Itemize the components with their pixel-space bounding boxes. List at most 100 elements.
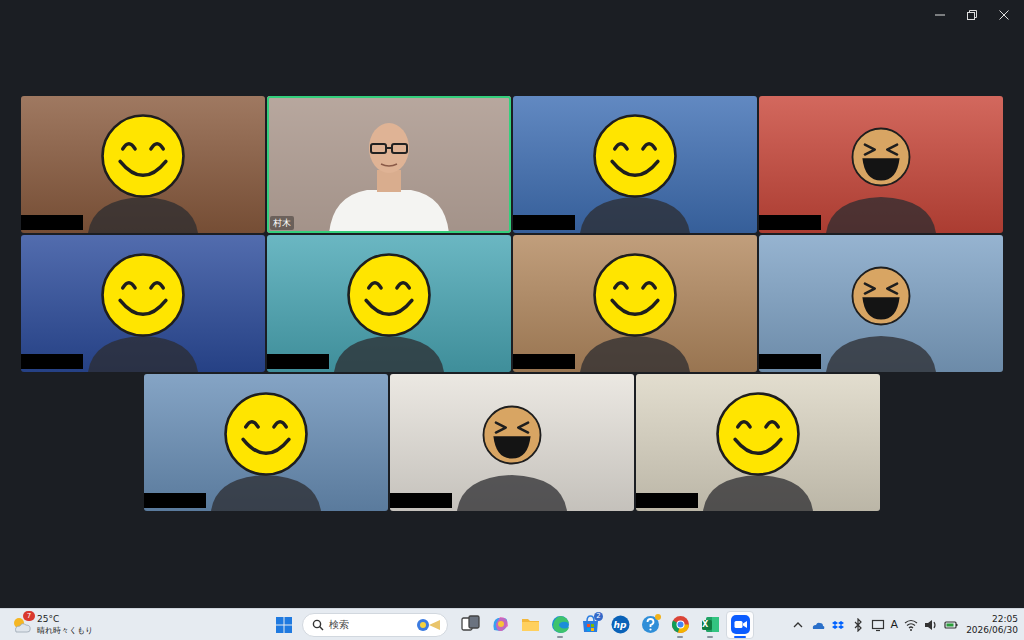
running-indicator bbox=[734, 636, 746, 638]
wifi-tray[interactable] bbox=[904, 618, 918, 632]
windows-logo-icon bbox=[275, 616, 293, 634]
active-speaker-border bbox=[21, 235, 265, 372]
show-hidden-tray[interactable] bbox=[791, 618, 805, 632]
laughing-face-icon bbox=[850, 265, 912, 327]
participant-tile[interactable] bbox=[267, 235, 511, 372]
smiley-face-icon bbox=[591, 251, 679, 339]
smiley-face-icon bbox=[714, 390, 802, 478]
speaker-tray[interactable] bbox=[924, 618, 938, 632]
chrome-icon bbox=[670, 614, 691, 635]
name-redaction bbox=[636, 493, 698, 508]
active-speaker-border bbox=[390, 374, 634, 511]
dropbox-icon bbox=[831, 618, 845, 632]
onedrive-tray[interactable] bbox=[811, 618, 825, 632]
task-view-button[interactable] bbox=[456, 611, 484, 639]
start-button[interactable] bbox=[270, 611, 298, 639]
shoulders-icon bbox=[698, 471, 818, 511]
chrome-button[interactable] bbox=[666, 611, 694, 639]
zoom-button[interactable] bbox=[726, 611, 754, 639]
shoulders-icon bbox=[575, 193, 695, 233]
clock[interactable]: 22:052026/06/30 bbox=[966, 614, 1018, 636]
task-view-icon bbox=[460, 614, 481, 635]
shoulders-icon bbox=[821, 332, 941, 372]
dropbox-tray[interactable] bbox=[831, 618, 845, 632]
display-icon bbox=[871, 618, 885, 632]
participant-tile[interactable] bbox=[21, 235, 265, 372]
weather-condition: 晴れ時々くもり bbox=[37, 625, 93, 636]
search-highlight-icon bbox=[415, 617, 441, 633]
participant-tile[interactable] bbox=[21, 96, 265, 233]
active-speaker-border bbox=[636, 374, 880, 511]
running-indicator bbox=[557, 636, 563, 638]
explorer-icon bbox=[520, 614, 541, 635]
active-speaker-border bbox=[759, 235, 1003, 372]
smiley-face-icon bbox=[99, 251, 187, 339]
weather: 7 bbox=[10, 614, 32, 636]
taskbar: 725°C晴れ時々くもり検索2hpXA22:052026/06/30 bbox=[0, 608, 1024, 640]
participant-tile[interactable] bbox=[144, 374, 388, 511]
excel-button[interactable]: X bbox=[696, 611, 724, 639]
running-indicator bbox=[707, 636, 713, 638]
battery-tray[interactable] bbox=[944, 618, 958, 632]
shoulders-icon bbox=[329, 332, 449, 372]
video-row bbox=[21, 235, 1003, 372]
name-redaction bbox=[267, 354, 329, 369]
participant-tile[interactable] bbox=[759, 235, 1003, 372]
active-speaker-border bbox=[759, 96, 1003, 233]
name-redaction bbox=[390, 493, 452, 508]
name-redaction bbox=[21, 354, 83, 369]
participant-tile[interactable] bbox=[513, 235, 757, 372]
taskbar-apps: 検索 2 hp X bbox=[270, 611, 754, 639]
ime-indicator[interactable]: A bbox=[891, 618, 899, 631]
participant-tile[interactable] bbox=[513, 96, 757, 233]
participant-video-icon bbox=[267, 96, 511, 233]
shoulders-icon bbox=[206, 471, 326, 511]
restore-button[interactable] bbox=[956, 0, 988, 30]
bluetooth-tray[interactable] bbox=[851, 618, 865, 632]
display-tray[interactable] bbox=[871, 618, 885, 632]
video-row: 村木 bbox=[21, 96, 1003, 233]
wifi-icon bbox=[904, 618, 918, 632]
minimize-button[interactable] bbox=[924, 0, 956, 30]
hp-button[interactable]: hp bbox=[606, 611, 634, 639]
name-redaction bbox=[513, 215, 575, 230]
running-indicator bbox=[677, 636, 683, 638]
name-redaction bbox=[759, 215, 821, 230]
system-tray: A 22:052026/06/30 bbox=[754, 614, 1024, 636]
shoulders-icon bbox=[821, 193, 941, 233]
edge-button[interactable] bbox=[546, 611, 574, 639]
search-placeholder: 検索 bbox=[329, 618, 410, 632]
window-controls bbox=[0, 0, 1024, 30]
temperature: 25°C bbox=[37, 614, 93, 625]
active-speaker-border bbox=[21, 96, 265, 233]
clock-date: 2026/06/30 bbox=[966, 625, 1018, 636]
weather-widget[interactable]: 725°C晴れ時々くもり bbox=[0, 614, 270, 636]
shoulders-icon bbox=[83, 193, 203, 233]
onedrive-icon bbox=[811, 618, 825, 632]
participant-tile[interactable]: 村木 bbox=[267, 96, 511, 233]
help-button[interactable] bbox=[636, 611, 664, 639]
show-hidden-icon bbox=[791, 618, 805, 632]
participant-tile[interactable] bbox=[390, 374, 634, 511]
notification-dot bbox=[655, 614, 661, 620]
weather-text: 25°C晴れ時々くもり bbox=[37, 614, 93, 636]
search-box[interactable]: 検索 bbox=[302, 613, 448, 637]
active-speaker-border bbox=[144, 374, 388, 511]
app-glyph: hp bbox=[614, 620, 627, 630]
participant-tile[interactable] bbox=[636, 374, 880, 511]
close-button[interactable] bbox=[988, 0, 1020, 30]
app-glyph: X bbox=[702, 620, 708, 630]
participant-tile[interactable] bbox=[759, 96, 1003, 233]
video-grid: 村木 bbox=[0, 96, 1024, 511]
shoulders-icon bbox=[83, 332, 203, 372]
copilot-button[interactable] bbox=[486, 611, 514, 639]
name-redaction bbox=[21, 215, 83, 230]
active-speaker-border bbox=[267, 96, 511, 233]
smiley-face-icon bbox=[99, 112, 187, 200]
magnifier-icon bbox=[312, 619, 324, 631]
store-button[interactable]: 2 bbox=[576, 611, 604, 639]
smiley-face-icon bbox=[591, 112, 679, 200]
minimize-icon bbox=[934, 9, 946, 21]
laughing-face-icon bbox=[481, 404, 543, 466]
explorer-button[interactable] bbox=[516, 611, 544, 639]
